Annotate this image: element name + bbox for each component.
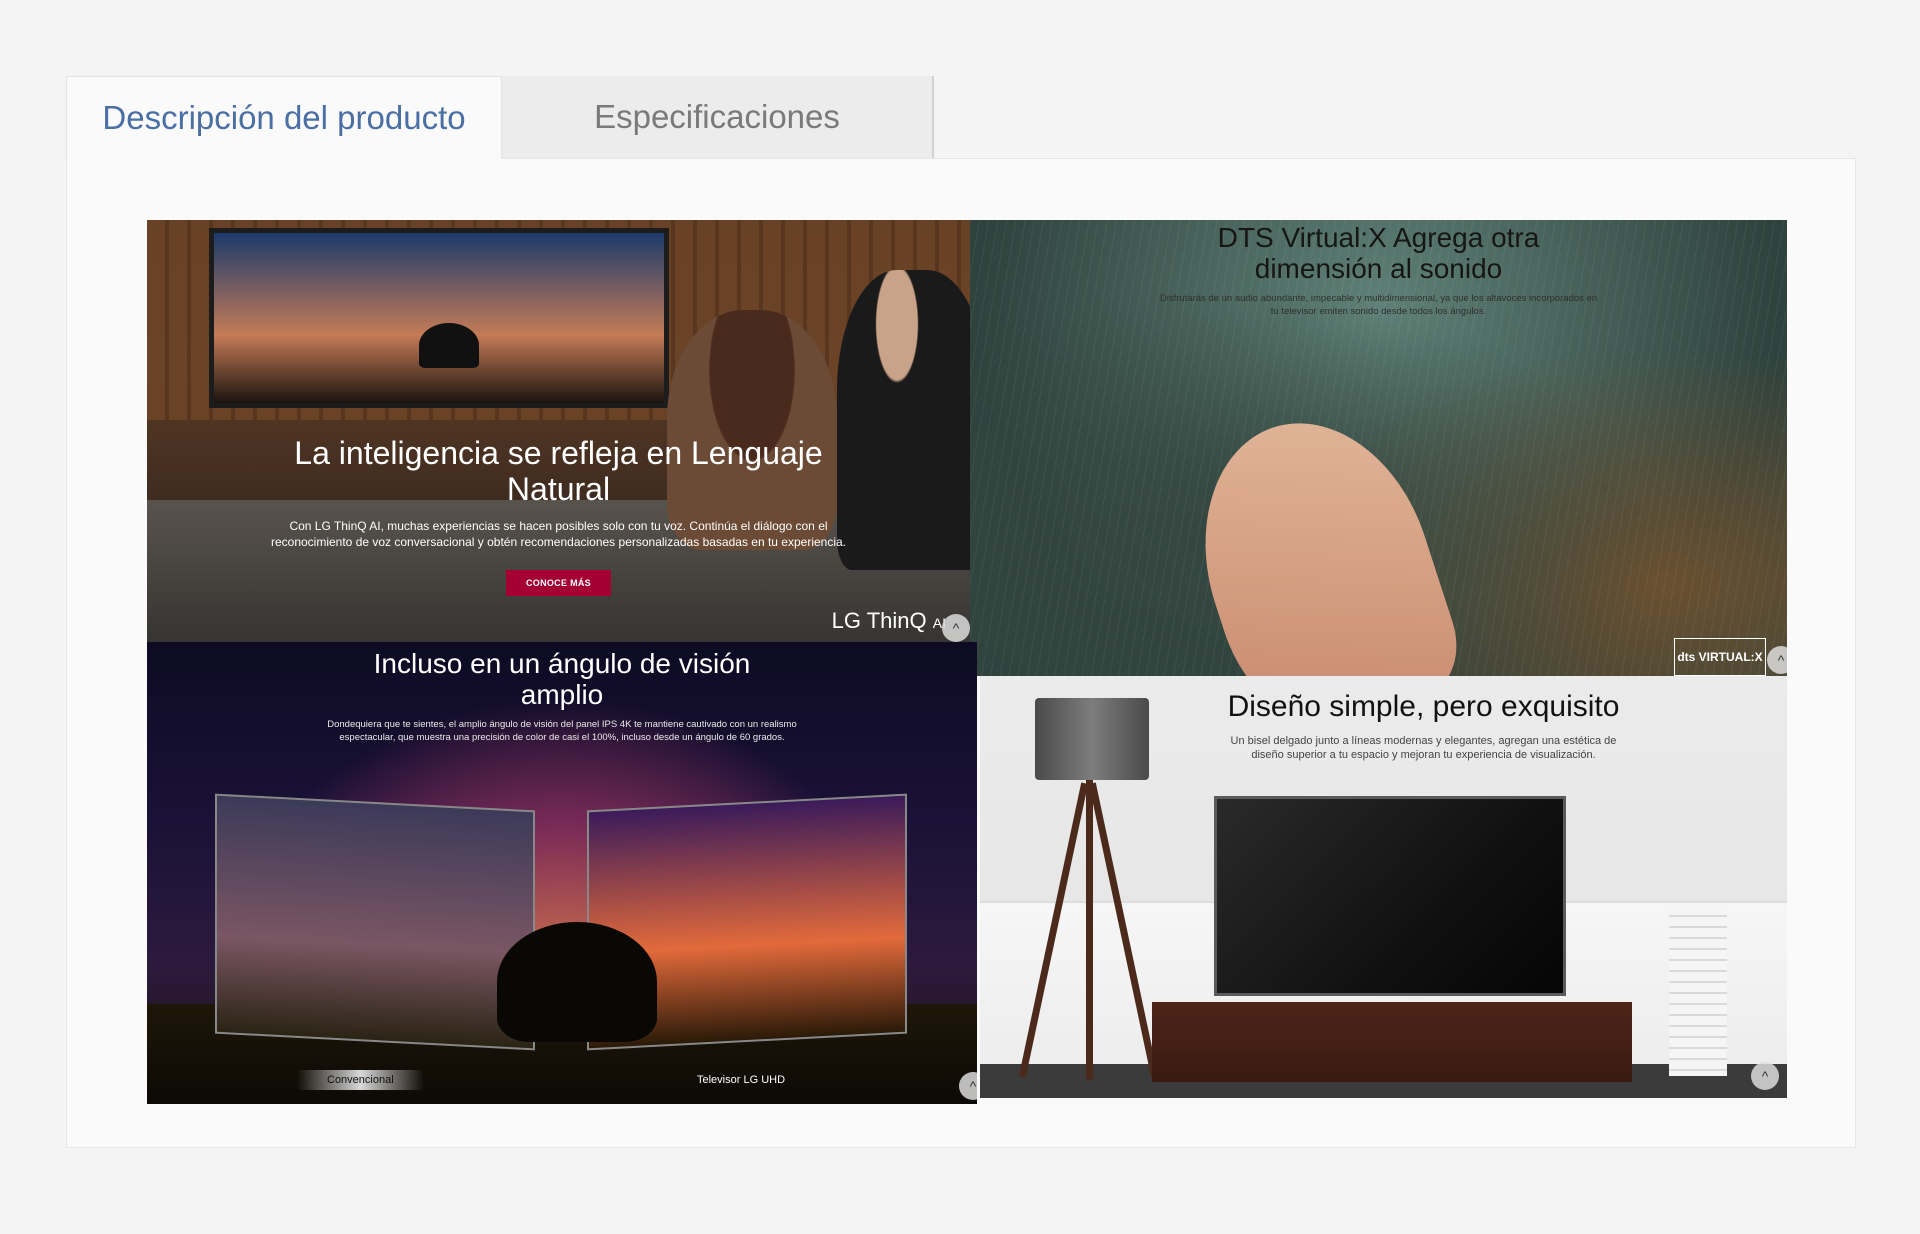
lamp-leg-image <box>1086 780 1093 1080</box>
dts-heading: DTS Virtual:X Agrega otra dimensión al s… <box>1217 222 1540 285</box>
angle-heading: Incluso en un ángulo de visión amplio <box>373 648 751 711</box>
lg-thinq-logo: LG ThinQ AI <box>832 608 946 634</box>
tree-image <box>497 922 657 1042</box>
dts-body: Disfrutarás de un audio abundante, impec… <box>1159 292 1598 317</box>
conventional-screen-image <box>215 793 535 1051</box>
thinq-banner-content: La inteligencia se refleja en Lenguaje N… <box>147 435 970 597</box>
conventional-label: Convencional <box>297 1070 424 1090</box>
book-stack-image <box>1669 906 1727 1076</box>
tab-product-description[interactable]: Descripción del producto <box>66 76 502 159</box>
angle-banner-content: Incluso en un ángulo de visión amplio Do… <box>147 648 977 744</box>
scroll-up-icon[interactable]: ^ <box>1767 646 1787 674</box>
learn-more-button[interactable]: CONOCE MÁS <box>505 570 611 597</box>
product-tabs: Descripción del producto Especificacione… <box>66 76 934 159</box>
angle-body: Dondequiera que te sientes, el amplio án… <box>327 718 797 743</box>
viewing-angle-banner: Incluso en un ángulo de visión amplio Do… <box>147 642 977 1104</box>
logo-main: LG ThinQ <box>831 608 927 633</box>
tab-specifications[interactable]: Especificaciones <box>502 76 934 159</box>
dts-virtual-x-banner: DTS Virtual:X Agrega otra dimensión al s… <box>970 220 1787 676</box>
design-body: Un bisel delgado junto a líneas modernas… <box>1230 734 1617 762</box>
design-banner-content: Diseño simple, pero exquisito Un bisel d… <box>980 690 1787 763</box>
scroll-up-icon[interactable]: ^ <box>942 614 970 642</box>
thinq-ai-banner: La inteligencia se refleja en Lenguaje N… <box>147 220 970 642</box>
thinq-body: Con LG ThinQ AI, muchas experiencias se … <box>270 518 846 549</box>
scroll-up-icon[interactable]: ^ <box>1751 1062 1779 1090</box>
dts-virtual-x-logo: dts VIRTUAL:X <box>1674 638 1766 676</box>
design-banner: Diseño simple, pero exquisito Un bisel d… <box>980 676 1787 1098</box>
lg-uhd-label: Televisor LG UHD <box>697 1074 786 1086</box>
design-heading: Diseño simple, pero exquisito <box>1227 690 1620 723</box>
tree-image <box>419 323 479 368</box>
tv-stand-image <box>1152 1002 1632 1082</box>
tv-image <box>209 228 669 408</box>
thinq-heading: La inteligencia se refleja en Lenguaje N… <box>294 435 823 507</box>
dts-banner-content: DTS Virtual:X Agrega otra dimensión al s… <box>970 222 1787 318</box>
tv-image <box>1214 796 1566 996</box>
